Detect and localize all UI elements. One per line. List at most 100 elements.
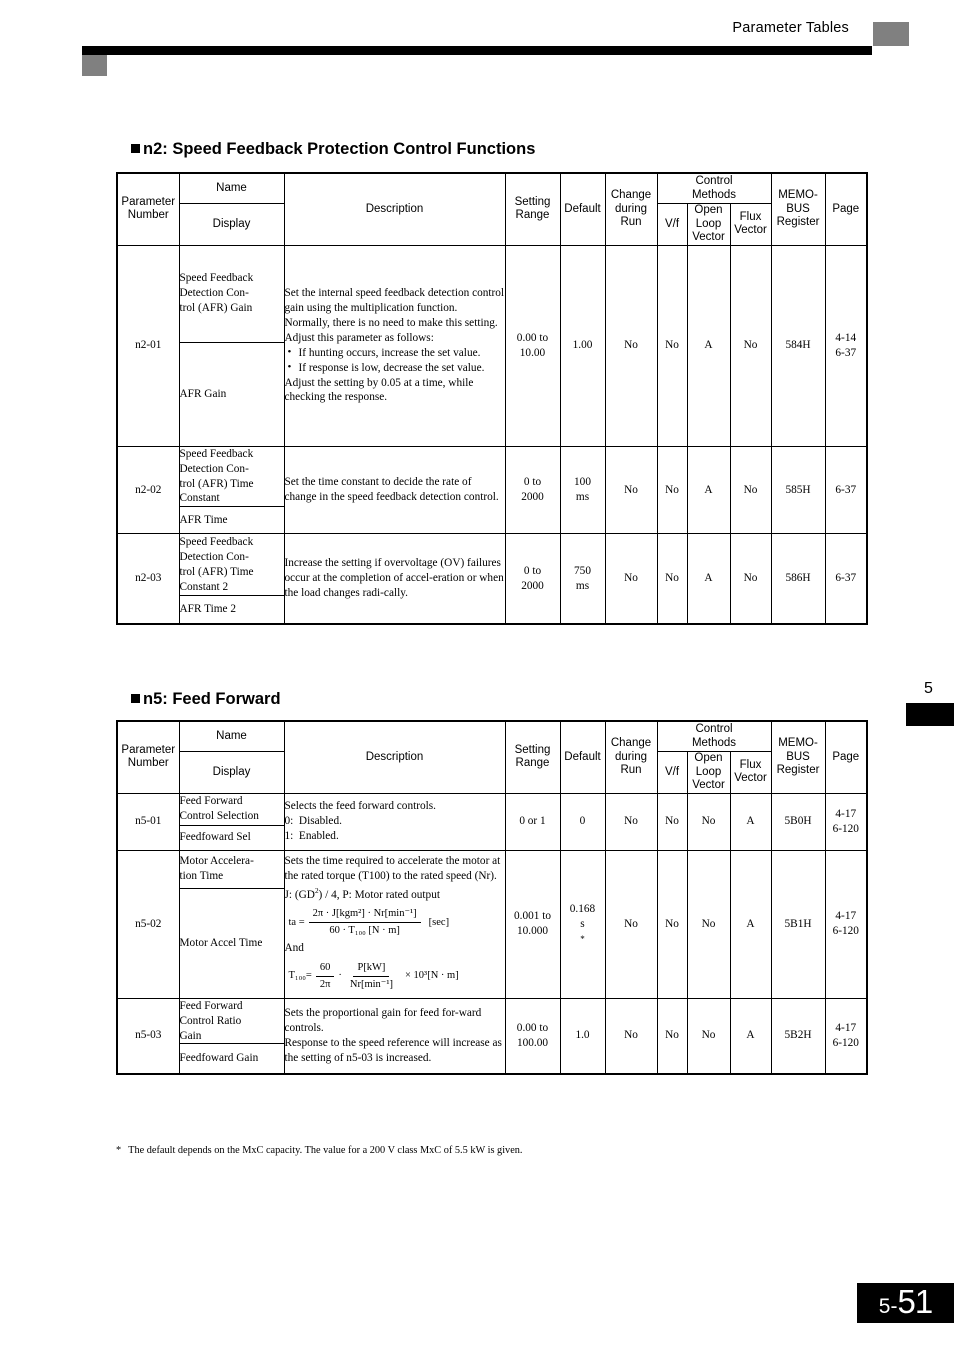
footnote-marker-ref: *: [580, 933, 585, 944]
col-description: Description: [283, 720, 506, 794]
cell-flux-vector: A: [729, 849, 772, 999]
cell-setting-range: 0 to 2000: [504, 445, 561, 535]
cell-default: 0.168 s *: [559, 849, 606, 999]
description-and-line: And: [284, 941, 304, 954]
cell-display: Motor Accel Time: [178, 887, 285, 999]
col-memobus-register: MEMO- BUS Register: [770, 720, 826, 794]
formula-motor-accel-time: ta = 2π · J[kgm²] · Nr[min⁻¹] 60 · T₁₀₀ …: [288, 907, 450, 938]
col-flux-vector: Flux Vector: [729, 751, 772, 794]
col-change-during-run: Change during Run: [604, 720, 658, 794]
footnote-text: The default depends on the MxC capacity.…: [128, 1145, 523, 1156]
cell-open-loop-vector: No: [686, 849, 731, 999]
col-control-methods: Control Methods: [656, 172, 772, 204]
cell-default: 1.00: [559, 244, 606, 447]
col-open-loop-vector: Open Loop Vector: [686, 203, 731, 246]
fraction-ta: 2π · J[kgm²] · Nr[min⁻¹] 60 · T₁₀₀ [N · …: [308, 907, 421, 938]
cell-name: Feed Forward Control Selection: [178, 792, 285, 826]
cell-parameter-number: n5-01: [116, 792, 180, 851]
cell-default: 100 ms: [559, 445, 606, 535]
fraction-60-2pi: 60 2π: [315, 961, 335, 992]
cell-memobus-register: 5B2H: [770, 997, 826, 1075]
section-heading-n5-label: n5: Feed Forward: [143, 690, 281, 708]
section-heading-n2: n2: Speed Feedback Protection Control Fu…: [131, 140, 535, 159]
cell-open-loop-vector: No: [686, 792, 731, 851]
cell-description: Set the internal speed feedback detectio…: [283, 244, 506, 447]
cell-vf: No: [656, 849, 688, 999]
cell-parameter-number: n5-02: [116, 849, 180, 999]
cell-display: Feedfoward Sel: [178, 824, 285, 851]
bullet-square-icon: [131, 694, 140, 703]
col-page: Page: [824, 720, 868, 794]
description-j-gd-line: J: (GD2) / 4, P: Motor rated output: [284, 886, 440, 901]
table-row: n5-02 Motor Accelera- tion Time Sets the…: [116, 849, 868, 999]
cell-setting-range: 0 to 2000: [504, 533, 561, 625]
col-setting-range: Setting Range: [504, 172, 561, 246]
cell-description: Sets the time required to accelerate the…: [283, 849, 506, 999]
cell-parameter-number: n2-02: [116, 445, 180, 535]
cell-name: Feed Forward Control Ratio Gain: [178, 997, 285, 1045]
cell-change-during-run: No: [604, 244, 658, 447]
cell-description: Sets the proportional gain for feed for-…: [283, 997, 506, 1075]
cell-display: AFR Time: [178, 506, 285, 535]
cell-description: Increase the setting if overvoltage (OV)…: [283, 533, 506, 625]
col-setting-range: Setting Range: [504, 720, 561, 794]
list-item: If hunting occurs, increase the set valu…: [285, 345, 505, 361]
col-name: Name: [178, 172, 285, 204]
cell-open-loop-vector: A: [686, 244, 731, 447]
cell-vf: No: [656, 792, 688, 851]
cell-page: 6-37: [824, 445, 868, 535]
cell-page: 4-17 6-120: [824, 792, 868, 851]
cell-flux-vector: No: [729, 244, 772, 447]
table-row: n5-01 Feed Forward Control Selection Sel…: [116, 792, 868, 851]
cell-vf: No: [656, 533, 688, 625]
page-number: 5- 51: [857, 1283, 954, 1323]
col-page: Page: [824, 172, 868, 246]
cell-memobus-register: 586H: [770, 533, 826, 625]
cell-parameter-number: n5-03: [116, 997, 180, 1075]
cell-description: Selects the feed forward controls. 0: Di…: [283, 792, 506, 851]
cell-page: 4-17 6-120: [824, 849, 868, 999]
section-heading-n5: n5: Feed Forward: [131, 690, 281, 709]
cell-open-loop-vector: No: [686, 997, 731, 1075]
table-row: n5-03 Feed Forward Control Ratio Gain Se…: [116, 997, 868, 1075]
cell-display: AFR Time 2: [178, 595, 285, 625]
cell-name: Speed Feedback Detection Con- trol (AFR)…: [178, 244, 285, 343]
cell-open-loop-vector: A: [686, 445, 731, 535]
cell-page: 6-37: [824, 533, 868, 625]
col-display: Display: [178, 751, 285, 794]
cell-page: 4-14 6-37: [824, 244, 868, 447]
header-black-rule: [82, 46, 872, 55]
formula-dot-operator: ·: [338, 970, 342, 982]
formula-rated-torque: T₁₀₀= 60 2π · P[kW] Nr[min⁻¹] × 10³[N · …: [288, 961, 459, 992]
cell-setting-range: 0 or 1: [504, 792, 561, 851]
cell-flux-vector: A: [729, 792, 772, 851]
col-display: Display: [178, 203, 285, 246]
cell-display: AFR Gain: [178, 341, 285, 447]
col-parameter-number: Parameter Number: [116, 172, 180, 246]
header-gray-block-left: [82, 55, 107, 76]
chapter-tab-marker: [906, 703, 954, 726]
footnote: * The default depends on the MxC capacity…: [116, 1145, 523, 1156]
section-heading-n2-label: n2: Speed Feedback Protection Control Fu…: [143, 140, 536, 158]
cell-setting-range: 0.00 to 100.00: [504, 997, 561, 1075]
col-description: Description: [283, 172, 506, 246]
col-vf: V/f: [656, 751, 688, 794]
col-change-during-run: Change during Run: [604, 172, 658, 246]
table-header-row-1: Parameter Number Name Description Settin…: [116, 172, 868, 246]
col-default: Default: [559, 172, 606, 246]
cell-memobus-register: 5B1H: [770, 849, 826, 999]
cell-setting-range: 0.00 to 10.00: [504, 244, 561, 447]
cell-flux-vector: No: [729, 533, 772, 625]
cell-memobus-register: 585H: [770, 445, 826, 535]
col-flux-vector: Flux Vector: [729, 203, 772, 246]
cell-page: 4-17 6-120: [824, 997, 868, 1075]
footnote-marker: *: [116, 1145, 122, 1156]
col-parameter-number: Parameter Number: [116, 720, 180, 794]
col-name: Name: [178, 720, 285, 752]
cell-flux-vector: No: [729, 445, 772, 535]
cell-open-loop-vector: A: [686, 533, 731, 625]
parameter-table-n5: Parameter Number Name Description Settin…: [116, 720, 869, 1075]
cell-vf: No: [656, 445, 688, 535]
cell-change-during-run: No: [604, 445, 658, 535]
table-row: n2-01 Speed Feedback Detection Con- trol…: [116, 244, 868, 447]
